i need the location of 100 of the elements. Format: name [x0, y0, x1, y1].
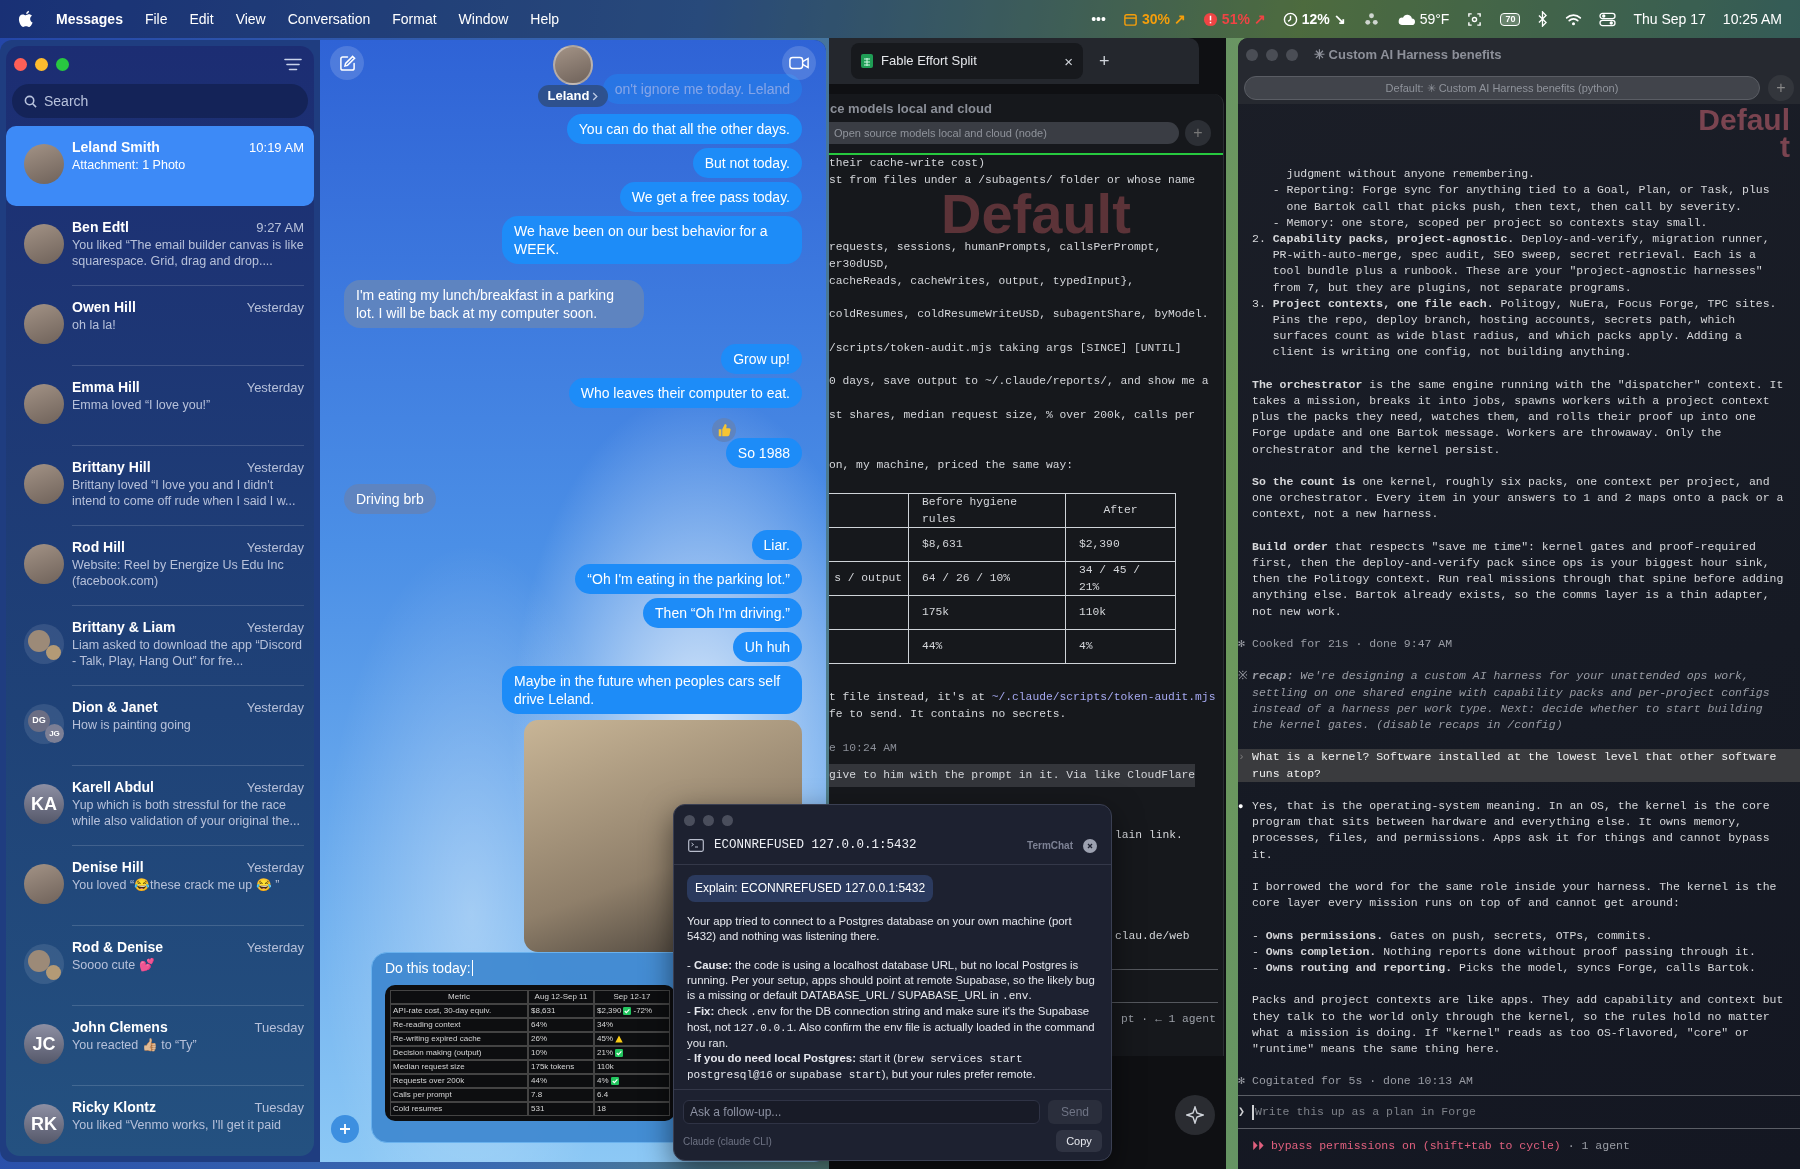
window-control[interactable]: [56, 58, 69, 71]
table-cell: Cold resumes: [390, 1102, 528, 1116]
text-cursor: [471, 960, 474, 976]
contact-name: Rod Hill: [72, 538, 125, 556]
status-text[interactable]: •••: [1091, 8, 1106, 30]
status-reading[interactable]: 12% ↘: [1301, 8, 1346, 30]
table-cell: s / output: [829, 562, 909, 597]
weather-reading[interactable]: 59°F: [1419, 8, 1450, 30]
spreadsheet-icon: [861, 54, 873, 68]
screen-record-icon[interactable]: [1466, 11, 1484, 27]
table-cell: 4%: [1066, 630, 1176, 665]
window-control[interactable]: [14, 58, 27, 71]
menu-item[interactable]: File: [144, 8, 168, 30]
message-preview: Soooo cute 💕: [72, 957, 156, 973]
mode-status: ⏵⏵ bypass permissions on (shift+tab to cycle): [1252, 1138, 1561, 1154]
terminal-text: So the count is one kernel, roughly six packs, one context per project, and one orchestrator. Every item in your answers to 1 and 2 maps onto a pack or a context, not a new harness.: [1252, 474, 1784, 523]
new-tab-button[interactable]: +: [1099, 52, 1110, 70]
answer-paragraph: - Fix: check .env for the DB connection string and make sure it's the Supabase host, not 127.0.0.1. Also confirm the env file is actually loaded in the command you ran.: [687, 1004, 1096, 1051]
video-call-button[interactable]: [782, 46, 816, 80]
message-time: 10:19 AM: [249, 139, 304, 157]
chat-list-item[interactable]: KA Karell Abdul Yesterday Yup which is both stressful for the race while also validation of your original the...: [6, 766, 314, 846]
chat-list-item[interactable]: Ben Edtl 9:27 AM You liked “The email builder canvas is like squarespace. Grid, drag and drop....: [6, 206, 314, 286]
table-cell: $8,631: [909, 528, 1066, 563]
message-time: Yesterday: [246, 779, 304, 797]
calendar-icon[interactable]: [1122, 11, 1138, 27]
compose-button[interactable]: [330, 46, 364, 80]
chat-list-item[interactable]: DG JG Dion & Janet Yesterday How is painting going: [6, 686, 314, 766]
message-time: Yesterday: [246, 459, 304, 477]
three-dots-icon[interactable]: [1362, 11, 1380, 27]
message-preview: Yup which is both stressful for the race while also validation of your original the...: [72, 797, 301, 829]
answer-paragraph: - Cause: the code is using a localhost database URL, but no local Postgres is running. Per your setup, apps should point at remote Supabase, so the likely bug is a missing or default DATABASE_URL / SUPABASE_URL in .env.: [687, 958, 1096, 1004]
chat-list-item[interactable]: Brittany Hill Yesterday Brittany loved “I love you and I didn't intend to come off rude when I said I w...: [6, 446, 314, 526]
message-preview: Liam asked to download the app “Discord - Talk, Play, Hang Out” for fre...: [72, 637, 303, 669]
message-text: Do this today:: [385, 959, 471, 977]
menu-item[interactable]: Help: [530, 8, 560, 30]
message-bubble: You can do that all the other days.: [566, 114, 802, 144]
message-preview: Attachment: 1 Photo: [72, 157, 187, 173]
table-cell: 21%: [597, 1048, 613, 1058]
answer-paragraph: Your app tried to connect to a Postgres database on your own machine (port 5432) and nothing was listening there.: [687, 914, 1073, 944]
add-attachment-button[interactable]: [331, 1115, 359, 1143]
control-center-icon[interactable]: [1599, 11, 1617, 27]
contact-name: Ben Edtl: [72, 218, 129, 236]
app-label: TermChat: [1027, 839, 1073, 853]
menu-item[interactable]: View: [235, 8, 266, 30]
profile-label: t: [1780, 133, 1790, 160]
app-menu[interactable]: Messages: [56, 8, 123, 30]
chat-list-item[interactable]: Brittany & Liam Yesterday Liam asked to download the app “Discord - Talk, Play, Hang Out” for fre...: [6, 606, 314, 686]
chat-list-item[interactable]: Owen Hill Yesterday oh la la!: [6, 286, 314, 366]
chat-list-item[interactable]: JC John Clemens Tuesday You reacted 👍🏼 to “Ty”: [6, 1006, 314, 1086]
window-title: ce models local and cloud: [829, 100, 993, 118]
tab-close-button[interactable]: ×: [1064, 53, 1073, 69]
menu-item[interactable]: Format: [392, 8, 437, 30]
table-header: Aug 12-Sep 11: [528, 990, 594, 1004]
follow-up-input[interactable]: Ask a follow-up...: [683, 1100, 1040, 1124]
message-time: Yesterday: [246, 619, 304, 637]
contact-name: Owen Hill: [72, 298, 136, 316]
menu-item[interactable]: Conversation: [287, 8, 371, 30]
close-button[interactable]: [1083, 838, 1097, 853]
table-cell: 44%: [528, 1074, 594, 1088]
clock-icon[interactable]: [1282, 11, 1298, 27]
chat-list-item[interactable]: Denise Hill Yesterday You loved “😂these crack me up 😂 ”: [6, 846, 314, 926]
search-field[interactable]: Search: [12, 84, 308, 118]
alert-icon[interactable]: [1202, 11, 1218, 27]
avatar: DG: [28, 710, 50, 732]
bullet-glyph: ●: [1238, 802, 1244, 812]
text-cursor: [1252, 1104, 1254, 1120]
terminal-text: judgment without anyone remembering. - Reporting: Forge sync for anything tied to a Goal, Plan, or Task, plus one Bartok call that picks push, then text, then call by severity. - Memory: one store, scoped per project so contexts stay small. 2. Capability packs, project-agnostic. Deploy-and-verify, migration runner, PR-with-auto-merge, spec audit, SEO sweep, secret retrieval. Each is a tool bundle plus a runbook. These are your "project-agnostic harnesses" from 7, but they are plugins, not separate programs. 3. Project contexts, one file each. Politogy, NuEra, Focus Forge, TPC sites. Pins the repo, deploy branch, hosting accounts, secrets path, which surfaces count as wide blast radius, and which packs apply. Adding a client is writing one config, not building anything.: [1252, 166, 1777, 361]
file-link[interactable]: ~/.claude/scripts/token-audit.mjs: [991, 691, 1216, 704]
prompt-input[interactable]: Write this up as a plan in Forge: [1255, 1103, 1655, 1121]
wifi-icon[interactable]: [1565, 11, 1583, 27]
filter-icon[interactable]: [284, 58, 302, 71]
battery-indicator[interactable]: 70: [1500, 12, 1521, 26]
session-field[interactable]: Open source models local and cloud (node): [829, 122, 1179, 144]
answer-paragraph: - If you do need local Postgres: start it (brew services start postgresql@16 or supabase start), but your rules prefer remote.: [687, 1051, 1037, 1083]
chat-list-item[interactable]: Rod Hill Yesterday Website: Reel by Energize Us Edu Inc (facebook.com): [6, 526, 314, 606]
status-glyph: ※: [1238, 669, 1248, 683]
contact-button[interactable]: Leland: [537, 85, 609, 107]
message-bubble: But not today.: [692, 148, 802, 178]
contact-name: Ricky Klontz: [72, 1098, 156, 1116]
chat-list-item[interactable]: Emma Hill Yesterday Emma loved “I love you!”: [6, 366, 314, 446]
search-icon: [24, 95, 37, 108]
chat-list-item[interactable]: RK Ricky Klontz Tuesday You liked “Venmo works, I'll get it paid: [6, 1086, 314, 1156]
check-icon: [610, 1077, 619, 1085]
window-control[interactable]: [35, 58, 48, 71]
compose-icon: [338, 54, 356, 72]
bluetooth-icon[interactable]: [1537, 11, 1549, 27]
menu-item[interactable]: Window: [458, 8, 509, 30]
cloud-icon[interactable]: [1396, 12, 1416, 26]
menu-item[interactable]: Edit: [189, 8, 214, 30]
thumbs-up-icon: [716, 423, 731, 437]
window-title: ✳ Custom AI Harness benefits: [1314, 46, 1502, 65]
avatar: RK: [24, 1104, 64, 1144]
copy-button[interactable]: Copy: [1056, 1130, 1102, 1152]
apple-logo-icon[interactable]: [18, 9, 34, 29]
chat-list-item[interactable]: Rod & Denise Yesterday Soooo cute 💕: [6, 926, 314, 1006]
browser-tab[interactable]: Fable Effort Split ×: [851, 43, 1083, 79]
app-button[interactable]: [1175, 1095, 1215, 1135]
message-time: Tuesday: [254, 1019, 304, 1037]
table-cell: 45%: [597, 1034, 613, 1044]
avatar: [553, 45, 593, 85]
